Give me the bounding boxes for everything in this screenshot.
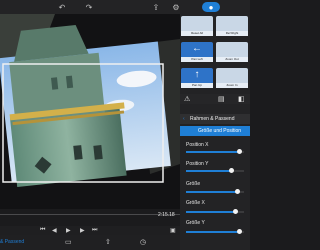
fx-icon[interactable]: ● <box>202 2 220 12</box>
layout-icon[interactable]: ▤ <box>218 95 225 103</box>
layer-icon[interactable]: ◧ <box>238 95 245 103</box>
share-icon[interactable]: ⇧ <box>105 238 111 246</box>
transport-controls: ⏮ ◀ ▶ ▶ ⏭ ▣ <box>0 226 180 235</box>
redo-icon[interactable]: ↷ <box>84 2 94 12</box>
timeline-track[interactable] <box>0 214 180 215</box>
settings-icon[interactable]: ⚙ <box>171 2 181 12</box>
export-icon[interactable]: ⇪ <box>151 2 161 12</box>
preset-reset-all[interactable]: Reset All <box>181 16 213 36</box>
param-label-size-y: Größe Y <box>186 220 205 226</box>
chevron-left-icon[interactable]: ‹ <box>183 114 185 124</box>
warning-icon[interactable]: ⚠ <box>184 95 190 103</box>
slider-position-x[interactable] <box>186 149 244 154</box>
preset-pan-up[interactable]: ↑ Pan Up <box>181 68 213 88</box>
video-preview[interactable] <box>0 14 180 209</box>
undo-icon[interactable]: ↶ <box>57 2 67 12</box>
slider-size[interactable] <box>186 189 244 194</box>
section-header[interactable]: ‹ Rahmen & Passend <box>180 114 250 124</box>
param-label-position-x: Position X <box>186 142 209 148</box>
slider-size-x[interactable] <box>186 209 244 214</box>
param-label-size-x: Größe X <box>186 200 205 206</box>
slider-thumb[interactable] <box>235 189 241 194</box>
preset-zoom-in[interactable]: Zoom In <box>216 68 248 88</box>
panel-toolbar: ⚠ ▤ ◧ <box>180 94 250 104</box>
preset-ref-right[interactable]: Ref Right <box>216 16 248 36</box>
param-label-position-y: Position Y <box>186 161 209 167</box>
preset-pan-left[interactable]: ← Pan Left <box>181 42 213 62</box>
slider-position-y[interactable] <box>186 168 244 173</box>
timecode: 2:15.18 <box>158 212 175 218</box>
preview-image <box>0 14 180 188</box>
param-label-size: Größe <box>186 181 201 187</box>
bottom-bar: & Passend ▭ ⇧ ◷ <box>0 235 180 250</box>
top-toolbar: ↶ ↷ ⇪ ⚙ ● <box>0 0 250 14</box>
skip-end-icon[interactable]: ⏭ <box>92 227 97 234</box>
fullscreen-icon[interactable]: ▣ <box>170 227 176 234</box>
play-icon[interactable]: ▶ <box>66 227 71 234</box>
clock-icon[interactable]: ◷ <box>140 238 146 246</box>
slider-size-y[interactable] <box>186 229 244 234</box>
skip-start-icon[interactable]: ⏮ <box>40 227 45 234</box>
tab-passend[interactable]: & Passend <box>0 239 24 245</box>
section-title: Rahmen & Passend <box>190 116 235 122</box>
timeline-bar[interactable]: 2:15.18 <box>0 209 180 227</box>
subsection-header[interactable]: Größe und Position <box>180 126 250 136</box>
step-forward-icon[interactable]: ▶ <box>80 227 85 234</box>
preset-zoom-out[interactable]: Zoom Out <box>216 42 248 62</box>
step-back-icon[interactable]: ◀ <box>52 227 57 234</box>
monitor-icon[interactable]: ▭ <box>65 238 72 246</box>
